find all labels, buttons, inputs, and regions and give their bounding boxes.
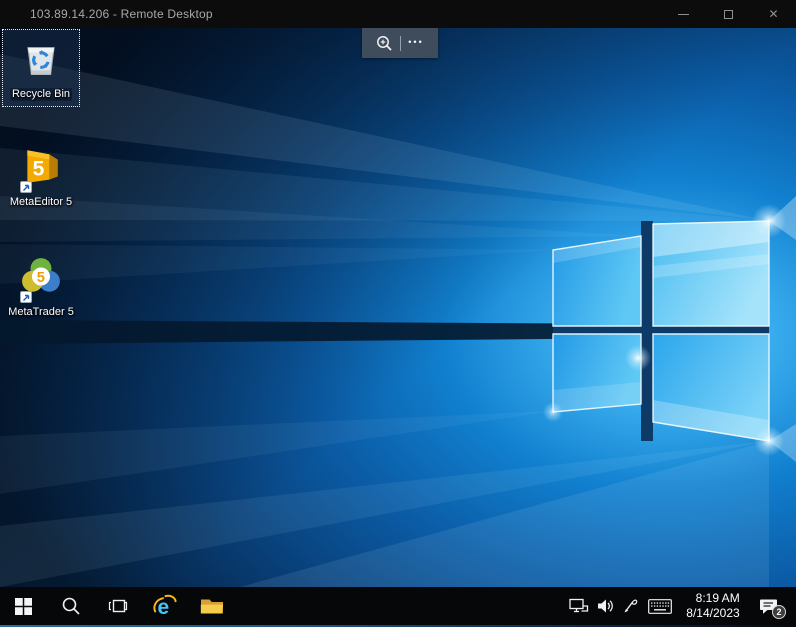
desktop-icon-label: MetaEditor 5 xyxy=(9,196,73,208)
zoom-button[interactable] xyxy=(376,28,393,58)
keyboard-icon xyxy=(648,598,672,614)
search-icon xyxy=(62,597,80,615)
network-button[interactable] xyxy=(566,587,592,625)
titlebar: 103.89.14.206 - Remote Desktop ✕ xyxy=(0,0,796,28)
search-button[interactable] xyxy=(47,587,94,625)
action-center-button[interactable]: 2 xyxy=(748,587,790,625)
desktop-icon-recycle-bin[interactable]: Recycle Bin xyxy=(2,29,80,107)
desktop-icon-metaeditor-5[interactable]: 5 MetaEditor 5 xyxy=(2,140,80,218)
close-button[interactable]: ✕ xyxy=(751,0,796,28)
window-title: 103.89.14.206 - Remote Desktop xyxy=(30,7,213,21)
start-button[interactable] xyxy=(0,587,47,625)
metaeditor-icon: 5 xyxy=(20,146,62,193)
svg-text:5: 5 xyxy=(33,157,45,180)
metatrader-icon: 5 xyxy=(20,256,62,303)
minimize-button[interactable] xyxy=(661,0,706,28)
file-explorer-button[interactable] xyxy=(188,587,235,625)
window-controls: ✕ xyxy=(661,0,796,28)
touch-keyboard-button[interactable] xyxy=(644,587,676,625)
internet-explorer-icon: e xyxy=(152,594,177,619)
maximize-button[interactable] xyxy=(706,0,751,28)
desktop-icon-label: Recycle Bin xyxy=(9,88,73,101)
rdp-connection-bar: ••• xyxy=(362,28,438,58)
desktop-icon-label: MetaTrader 5 xyxy=(8,306,74,318)
desktop[interactable]: ••• Recycle Bin 5 MetaEditor 5 5 MetaTra… xyxy=(0,28,796,587)
volume-button[interactable] xyxy=(592,587,618,625)
minimize-icon xyxy=(678,13,689,15)
task-view-button[interactable] xyxy=(94,587,141,625)
file-explorer-icon xyxy=(200,599,223,614)
windows-ink-button[interactable] xyxy=(618,587,644,625)
shortcut-arrow-icon xyxy=(20,181,32,193)
shortcut-arrow-icon xyxy=(20,291,32,303)
network-icon xyxy=(569,598,589,613)
pen-icon xyxy=(624,599,638,613)
system-tray: 8:19 AM 8/14/2023 2 xyxy=(566,587,796,625)
notification-count-badge: 2 xyxy=(772,605,786,619)
connection-bar-divider xyxy=(400,35,402,51)
internet-explorer-button[interactable]: e xyxy=(141,587,188,625)
more-options-button[interactable]: ••• xyxy=(408,28,423,58)
svg-text:5: 5 xyxy=(37,270,45,286)
taskbar: e 8:19 AM 8/14/2023 2 xyxy=(0,587,796,627)
clock[interactable]: 8:19 AM 8/14/2023 xyxy=(682,587,748,625)
task-view-icon xyxy=(108,599,127,613)
svg-text:e: e xyxy=(157,596,169,619)
desktop-icon-metatrader-5[interactable]: 5 MetaTrader 5 xyxy=(2,250,80,328)
recycle-bin-icon xyxy=(19,36,63,85)
clock-date: 8/14/2023 xyxy=(686,606,740,620)
clock-time: 8:19 AM xyxy=(695,591,740,605)
maximize-icon xyxy=(724,9,733,19)
magnifier-plus-icon xyxy=(377,35,392,51)
desktop-wallpaper xyxy=(0,28,796,587)
speaker-icon xyxy=(597,599,613,613)
windows-start-icon xyxy=(15,597,32,615)
remote-desktop-window: 103.89.14.206 - Remote Desktop ✕ ••• Rec… xyxy=(0,0,796,627)
